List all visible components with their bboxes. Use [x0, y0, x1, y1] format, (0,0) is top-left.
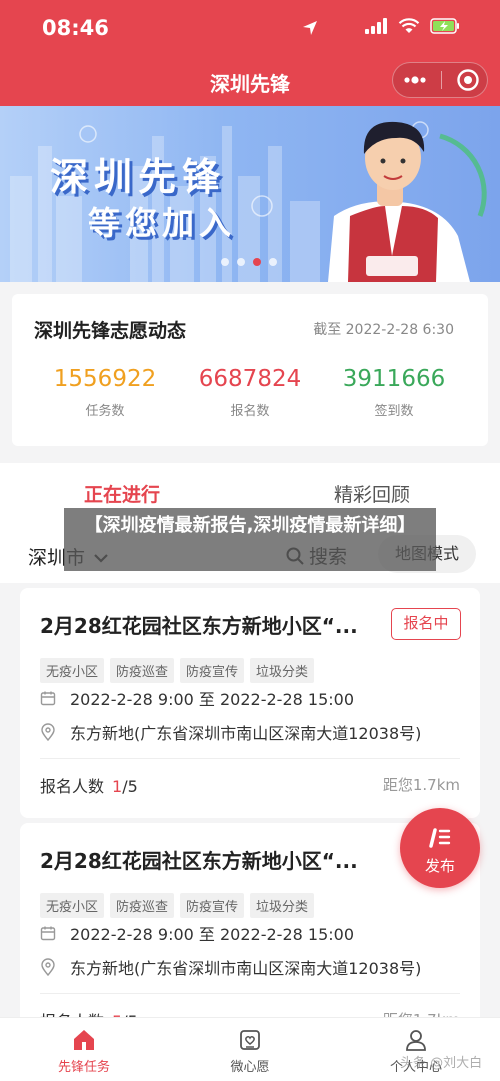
watermark: 头条 @刘大白	[400, 1056, 483, 1071]
stat-value: 1556922	[53, 366, 157, 392]
banner-dot[interactable]	[269, 258, 277, 266]
activity-time: 2022-2-28 9:00 至 2022-2-28 15:00	[70, 925, 354, 944]
activity-title: 2月28红花园社区东方新地小区“...	[40, 614, 358, 638]
stat-value: 6687824	[198, 366, 302, 392]
activity-tags: 无疫小区 防疫巡查 防疫宣传 垃圾分类	[40, 893, 315, 918]
status-time: 08:46	[42, 16, 109, 40]
publish-label: 发布	[424, 857, 455, 875]
activity-tag: 无疫小区	[40, 893, 105, 918]
stat-label: 报名数	[230, 404, 270, 419]
stats-date: 截至 2022-2-28 6:30	[313, 322, 454, 338]
user-icon	[406, 1030, 426, 1051]
activity-tag: 垃圾分类	[250, 658, 315, 683]
activity-tag: 防疫宣传	[180, 893, 245, 918]
location-pin-icon	[41, 723, 55, 741]
activity-time-row: 2022-2-28 9:00 至 2022-2-28 15:00	[40, 921, 354, 945]
volunteer-figure	[328, 121, 470, 282]
activity-tag: 垃圾分类	[250, 893, 315, 918]
status-icons	[303, 18, 460, 35]
more-dots-icon	[404, 76, 426, 84]
signup-total: /5	[122, 777, 138, 796]
stat-checkins: 3911666 签到数	[319, 366, 469, 419]
banner-dot-active[interactable]	[253, 258, 261, 266]
location-pin-icon	[41, 958, 55, 976]
battery-icon	[430, 18, 459, 34]
activity-time: 2022-2-28 9:00 至 2022-2-28 15:00	[70, 690, 354, 709]
publish-button[interactable]: 发布	[400, 808, 480, 888]
miniprogram-capsule	[392, 62, 488, 98]
stats-title: 深圳先锋志愿动态	[34, 320, 187, 342]
activity-title: 2月28红花园社区东方新地小区“...	[40, 849, 358, 873]
calendar-icon	[40, 926, 56, 941]
edit-pen-icon	[429, 828, 451, 848]
activity-location-row: 东方新地(广东省深圳市南山区深南大道12038号)	[40, 720, 421, 744]
stat-label: 签到数	[374, 404, 414, 419]
close-miniprogram-button[interactable]	[456, 68, 480, 92]
activity-time-row: 2022-2-28 9:00 至 2022-2-28 15:00	[40, 686, 354, 710]
tab-highlights[interactable]: 精彩回顾	[334, 480, 410, 507]
activity-distance: 距您1.7km	[382, 776, 460, 794]
tab-ongoing[interactable]: 正在进行	[84, 480, 160, 507]
activity-tag: 无疫小区	[40, 658, 105, 683]
app-header: 08:46 深圳先锋	[0, 0, 500, 106]
signup-count: 报名人数 1/5	[40, 773, 138, 797]
banner-dot[interactable]	[221, 258, 229, 266]
activity-tag: 防疫宣传	[180, 658, 245, 683]
card-divider	[40, 758, 460, 759]
activity-card[interactable]: 2月28红花园社区东方新地小区“... 报名中 无疫小区 防疫巡查 防疫宣传 垃…	[20, 588, 480, 818]
activity-tag: 防疫巡查	[110, 893, 175, 918]
nav-label: 先锋任务	[57, 1060, 110, 1075]
banner-pagination	[221, 258, 277, 266]
stat-signups: 6687824 报名数	[175, 366, 325, 419]
signup-label: 报名人数	[40, 777, 105, 796]
status-badge: 报名中	[391, 608, 461, 640]
stat-label: 任务数	[85, 404, 125, 419]
activity-tags: 无疫小区 防疫巡查 防疫宣传 垃圾分类	[40, 658, 315, 683]
signal-icon	[365, 18, 387, 34]
wifi-icon	[398, 18, 420, 33]
nav-label: 微心愿	[230, 1060, 270, 1075]
target-icon	[457, 69, 479, 91]
location-arrow-icon	[303, 21, 317, 35]
news-caption-overlay: 【深圳疫情最新报告,深圳疫情最新详细】	[64, 508, 436, 571]
banner-title-line2: 等您加入	[88, 204, 237, 242]
stat-value: 3911666	[342, 366, 446, 392]
promo-banner[interactable]: 深圳先锋 等您加入	[0, 106, 500, 282]
signup-current: 1	[112, 777, 123, 796]
activity-location: 东方新地(广东省深圳市南山区深南大道12038号)	[70, 959, 422, 978]
bottom-nav: 先锋任务 微心愿 个人中心	[0, 1017, 500, 1081]
home-icon	[74, 1030, 94, 1050]
volunteer-stats-card: 深圳先锋志愿动态 截至 2022-2-28 6:30 1556922 任务数 6…	[12, 294, 488, 446]
activity-tag: 防疫巡查	[110, 658, 175, 683]
calendar-icon	[40, 691, 56, 706]
stat-tasks: 1556922 任务数	[30, 366, 180, 419]
activity-location-row: 东方新地(广东省深圳市南山区深南大道12038号)	[40, 955, 421, 979]
wish-card-icon	[240, 1030, 260, 1050]
activity-location: 东方新地(广东省深圳市南山区深南大道12038号)	[70, 724, 422, 743]
banner-dot[interactable]	[237, 258, 245, 266]
more-button[interactable]	[393, 63, 437, 97]
card-divider	[40, 993, 460, 994]
banner-title-line1: 深圳先锋	[50, 155, 227, 199]
